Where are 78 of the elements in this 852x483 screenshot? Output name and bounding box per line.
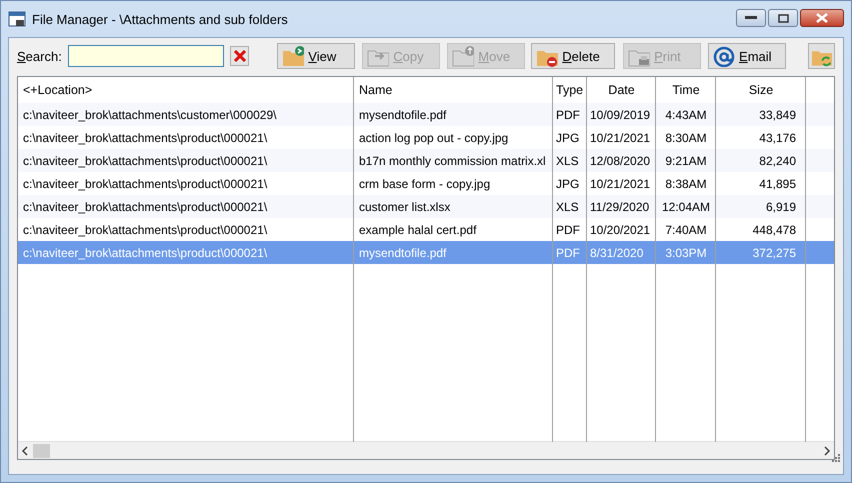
folder-up-icon (452, 46, 474, 66)
table-cell-text: 10/09/2019 (589, 108, 652, 122)
column-header[interactable]: Date (587, 83, 656, 97)
table-cell-text: c:\naviteer_brok\attachments\product\000021\ (22, 176, 268, 190)
column-header[interactable]: Type (553, 83, 587, 97)
close-button[interactable] (800, 9, 844, 27)
scroll-thumb[interactable] (33, 444, 50, 458)
minimize-button[interactable] (736, 9, 766, 27)
table-cell-text: mysendtofile.pdf (358, 246, 448, 260)
table-row[interactable]: c:\naviteer_brok\attachments\product\000021\ example halal cert.pdf PDF 10/20/2021 7:40AM 448,478 (18, 218, 834, 241)
table-cell-text: 8:30AM (664, 130, 708, 144)
maximize-icon (778, 14, 788, 22)
table-cell-text: action log pop out - copy.jpg (358, 130, 510, 144)
table-cell-text: 6,919 (764, 200, 797, 214)
table-row[interactable]: c:\naviteer_brok\attachments\product\000021\ b17n monthly commission matrix.xl XLS 12/08/2020 9:21AM 82,240 (18, 149, 834, 172)
table-row[interactable]: c:\naviteer_brok\attachments\product\000021\ action log pop out - copy.jpg JPG 10/21/2021 8:30AM 43,176 (18, 126, 834, 149)
search-field[interactable] (68, 45, 224, 67)
table-cell-text: 8:38AM (664, 176, 708, 190)
table-cell-text: 82,240 (758, 154, 797, 168)
clear-button[interactable] (230, 46, 250, 66)
table-cell-text: PDF (555, 246, 581, 260)
table-row[interactable]: c:\naviteer_brok\attachments\product\000021\ crm base form - copy.jpg JPG 10/21/2021 8:38AM 41,895 (18, 172, 834, 195)
resize-grip-icon[interactable] (831, 453, 841, 463)
table-cell-text: c:\naviteer_brok\attachments\product\000021\ (22, 246, 268, 260)
table-row[interactable]: c:\naviteer_brok\attachments\customer\000029\ mysendtofile.pdf PDF 10/09/2019 4:43AM 33,849 (18, 103, 834, 126)
at-sign-icon (713, 46, 736, 66)
table-cell-text: 8/31/2020 (589, 246, 644, 260)
table-cell-text: 4:43AM (664, 108, 708, 122)
app-icon (8, 10, 26, 28)
column-header[interactable]: Time (656, 83, 716, 97)
delete-button[interactable]: Delete (531, 43, 616, 69)
table-cell-text: 10/21/2021 (589, 130, 652, 144)
table-cell-text: 12/08/2020 (589, 154, 652, 168)
folder-arrow-icon (282, 46, 304, 66)
table-cell-text: PDF (555, 108, 581, 122)
table-cell-text: 7:40AM (664, 222, 708, 236)
search-label: Search: (17, 48, 62, 64)
table-cell-text: 10/21/2021 (589, 176, 652, 190)
table-cell-text: c:\naviteer_brok\attachments\product\000021\ (22, 154, 268, 168)
table-cell-text: mysendtofile.pdf (358, 108, 448, 122)
table-cell-text: 41,895 (758, 176, 797, 190)
table-cell-text: JPG (555, 176, 580, 190)
table-cell-text: b17n monthly commission matrix.xl (358, 154, 547, 168)
table-row[interactable]: c:\naviteer_brok\attachments\product\000021\ customer list.xlsx XLS 11/29/2020 12:04AM 6,919 (18, 195, 834, 218)
minimize-icon (745, 16, 757, 20)
scroll-right-icon[interactable] (823, 446, 831, 456)
table-cell-text: XLS (555, 154, 580, 168)
view-button[interactable]: View (277, 43, 356, 69)
maximize-button[interactable] (768, 9, 798, 27)
column-header[interactable]: Size (716, 83, 806, 97)
horizontal-scrollbar[interactable] (18, 441, 834, 459)
table-cell-text: 33,849 (758, 108, 797, 122)
table-cell-text: 10/20/2021 (589, 222, 652, 236)
table-cell-text: c:\naviteer_brok\attachments\product\000021\ (22, 200, 268, 214)
table-cell-text: crm base form - copy.jpg (358, 176, 492, 190)
column-header[interactable]: <+Location> (18, 83, 354, 97)
table-cell-text: c:\naviteer_brok\attachments\customer\000029\ (22, 108, 278, 122)
table-cell-text: XLS (555, 200, 580, 214)
table-cell-text: c:\naviteer_brok\attachments\product\000021\ (22, 130, 268, 144)
table-cell-text: PDF (555, 222, 581, 236)
email-button[interactable]: Email (708, 43, 786, 69)
table-cell-text: 11/29/2020 (589, 200, 650, 214)
window-title: File Manager - \Attachments and sub folders (32, 12, 289, 26)
table-cell-text: 9:21AM (664, 154, 708, 168)
table-cell-text: 372,275 (752, 246, 797, 260)
table-cell-text: example halal cert.pdf (358, 222, 478, 236)
table-cell-text: 448,478 (752, 222, 797, 236)
table-cell-text: 43,176 (758, 130, 797, 144)
close-icon (234, 50, 246, 62)
column-header[interactable]: Name (354, 83, 553, 97)
scroll-left-icon[interactable] (21, 446, 29, 456)
table-cell-text: customer list.xlsx (358, 200, 452, 214)
table-cell-text: 12:04AM (660, 200, 712, 214)
refresh-button[interactable] (808, 43, 836, 69)
close-icon (816, 13, 828, 23)
table-cell-text: c:\naviteer_brok\attachments\product\000021\ (22, 222, 268, 236)
table-cell-text: JPG (555, 130, 580, 144)
table-cell-text: 3:03PM (664, 246, 708, 260)
